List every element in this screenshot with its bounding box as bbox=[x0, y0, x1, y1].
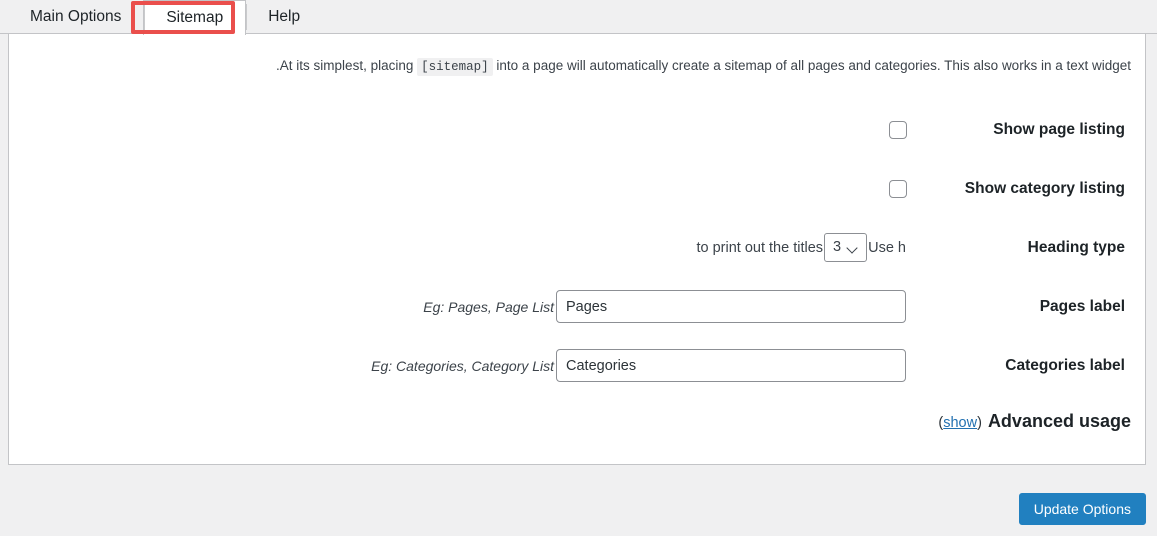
heading-type-field: Use h 3 to print out the titles bbox=[696, 233, 925, 262]
heading-type-label: Heading type bbox=[1027, 238, 1125, 256]
heading-type-prefix: Use h bbox=[868, 239, 906, 256]
intro-text-before: .At its simplest, placing bbox=[276, 58, 414, 73]
tab-help-label: Help bbox=[268, 8, 301, 26]
advanced-usage-close-paren: ) bbox=[977, 414, 982, 431]
show-page-listing-label: Show page listing bbox=[993, 120, 1125, 138]
categories-label-label: Categories label bbox=[1005, 356, 1125, 374]
footer-bar: Update Options bbox=[0, 466, 1157, 536]
advanced-usage-show-link[interactable]: show bbox=[943, 415, 977, 431]
categories-label-field: Eg: Categories, Category List bbox=[371, 349, 925, 382]
heading-type-select[interactable]: 3 bbox=[824, 233, 868, 262]
advanced-usage-block: Advanced usage (show) bbox=[938, 411, 1145, 432]
show-category-listing-field bbox=[889, 179, 925, 198]
intro-text-after: into a page will automatically create a … bbox=[496, 58, 1131, 73]
options-page: Main Options Sitemap Help .At its simple… bbox=[0, 0, 1157, 536]
chevron-down-icon bbox=[848, 243, 858, 253]
row-advanced-usage: Advanced usage (show) bbox=[9, 395, 1145, 447]
row-show-category-listing: Show category listing bbox=[9, 159, 1145, 218]
row-show-page-listing: Show page listing bbox=[9, 100, 1145, 159]
pages-label-field: Eg: Pages, Page List bbox=[423, 290, 925, 323]
show-page-listing-field bbox=[889, 120, 925, 139]
tab-sitemap-label: Sitemap bbox=[166, 9, 224, 27]
pages-label-hint: Eg: Pages, Page List bbox=[423, 298, 554, 315]
pages-label-label: Pages label bbox=[1039, 297, 1125, 315]
row-heading-type: Heading type Use h 3 to print out the ti… bbox=[9, 218, 1145, 277]
show-category-listing-checkbox[interactable] bbox=[889, 179, 907, 198]
tab-sitemap[interactable]: Sitemap bbox=[143, 0, 247, 35]
tab-bar: Main Options Sitemap Help bbox=[0, 0, 1157, 35]
show-page-listing-checkbox[interactable] bbox=[889, 120, 907, 139]
sitemap-options-form: Show page listing Show category listing … bbox=[9, 100, 1145, 447]
sitemap-options-panel: .At its simplest, placing [sitemap] into… bbox=[8, 34, 1146, 465]
tab-list: Main Options Sitemap Help bbox=[8, 0, 322, 35]
advanced-usage-title: Advanced usage bbox=[987, 410, 1131, 431]
heading-type-control: Use h 3 to print out the titles bbox=[696, 233, 906, 262]
update-options-button[interactable]: Update Options bbox=[1018, 493, 1146, 525]
advanced-usage-toggle: (show) bbox=[938, 415, 982, 431]
heading-type-suffix: to print out the titles bbox=[696, 239, 824, 256]
categories-label-hint: Eg: Categories, Category List bbox=[371, 357, 554, 374]
row-pages-label: Pages label Eg: Pages, Page List bbox=[9, 277, 1145, 336]
row-categories-label: Categories label Eg: Categories, Categor… bbox=[9, 336, 1145, 395]
tab-help[interactable]: Help bbox=[246, 0, 322, 34]
sitemap-shortcode: [sitemap] bbox=[417, 58, 493, 76]
show-category-listing-label: Show category listing bbox=[964, 179, 1125, 197]
intro-text: .At its simplest, placing [sitemap] into… bbox=[9, 56, 1131, 77]
tab-main-options[interactable]: Main Options bbox=[8, 0, 143, 34]
categories-label-input[interactable] bbox=[556, 349, 906, 382]
heading-type-select-value: 3 bbox=[833, 239, 842, 256]
tab-main-options-label: Main Options bbox=[30, 8, 122, 26]
pages-label-input[interactable] bbox=[556, 290, 906, 323]
